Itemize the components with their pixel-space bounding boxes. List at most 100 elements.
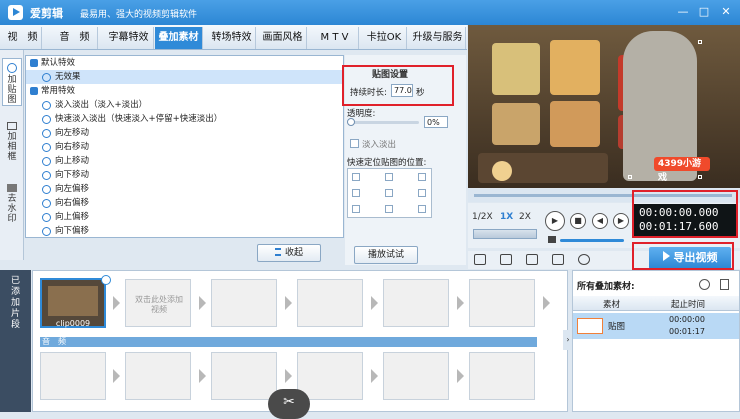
empty-slot[interactable]: [125, 352, 191, 400]
opacity-slider[interactable]: [349, 121, 419, 124]
radio-icon[interactable]: [42, 143, 51, 152]
tab-audio[interactable]: 音 频: [52, 27, 98, 49]
prev-frame-icon[interactable]: ◀: [592, 213, 608, 229]
empty-slot[interactable]: [297, 279, 363, 327]
position-middle-right[interactable]: [418, 189, 426, 197]
opacity-input[interactable]: 0%: [424, 116, 448, 128]
effect-item[interactable]: 向上偏移: [26, 210, 343, 224]
frame-scrubber[interactable]: [473, 229, 537, 239]
radio-icon[interactable]: [42, 129, 51, 138]
category-default-effects[interactable]: 默认特效: [26, 56, 343, 70]
title-bar: 爱剪辑 最易用、强大的视频剪辑软件 — □ ✕: [0, 0, 740, 25]
stop-icon[interactable]: ■: [570, 213, 586, 229]
effect-item[interactable]: 向左移动: [26, 126, 343, 140]
radio-icon[interactable]: [42, 115, 51, 124]
effect-item[interactable]: 向右移动: [26, 140, 343, 154]
minimize-button[interactable]: —: [675, 4, 691, 20]
side-tab-remove-watermark[interactable]: 去水印: [2, 184, 22, 230]
position-center[interactable]: [385, 189, 393, 197]
clip-close-icon[interactable]: [101, 275, 111, 285]
radio-icon[interactable]: [42, 185, 51, 194]
play-preview-button[interactable]: 播放试试: [354, 246, 418, 264]
duration-input[interactable]: 77.0: [391, 84, 413, 97]
tab-transition-effects[interactable]: 转场特效: [208, 27, 256, 49]
position-bottom-center[interactable]: [385, 205, 393, 213]
resize-handle[interactable]: [698, 175, 702, 179]
effect-item[interactable]: 向下移动: [26, 168, 343, 182]
empty-slot[interactable]: [383, 352, 449, 400]
refresh-icon[interactable]: [699, 279, 710, 290]
tab-upgrade-service[interactable]: 升级与服务: [410, 27, 466, 49]
collapse-toggle-icon[interactable]: [30, 59, 38, 67]
fade-checkbox[interactable]: [350, 139, 359, 148]
empty-slot[interactable]: [211, 352, 277, 400]
side-tab-add-sticker[interactable]: 加贴图: [2, 58, 22, 106]
radio-icon[interactable]: [42, 73, 51, 82]
position-bottom-right[interactable]: [418, 205, 426, 213]
save-icon[interactable]: [526, 254, 538, 265]
effect-item[interactable]: 向下偏移: [26, 224, 343, 237]
speed-1x[interactable]: 1X: [500, 212, 513, 222]
clip-preview-image: [48, 286, 98, 316]
tab-video[interactable]: 视 频: [4, 27, 42, 49]
speed-2x[interactable]: 2X: [519, 212, 531, 222]
share-icon[interactable]: [578, 254, 590, 265]
effect-item[interactable]: 淡入淡出（淡入+淡出）: [26, 98, 343, 112]
chevron-right-icon: [285, 296, 292, 310]
radio-icon[interactable]: [42, 157, 51, 166]
empty-slot[interactable]: [469, 279, 535, 327]
effect-item[interactable]: 向左偏移: [26, 182, 343, 196]
add-video-slot[interactable]: 双击此处添加视频: [125, 279, 191, 327]
position-top-center[interactable]: [385, 173, 393, 181]
position-bottom-left[interactable]: [352, 205, 360, 213]
scissors-icon[interactable]: ✂: [268, 389, 310, 419]
radio-icon[interactable]: [42, 213, 51, 222]
effect-item[interactable]: 向右偏移: [26, 196, 343, 210]
materials-table-row[interactable]: 贴图 00:00:00 00:01:17: [573, 313, 739, 339]
tab-picture-style[interactable]: 画面风格: [259, 27, 307, 49]
radio-icon[interactable]: [42, 199, 51, 208]
speed-half[interactable]: 1/2X: [472, 212, 493, 222]
collapse-button[interactable]: 收起: [257, 244, 321, 262]
empty-slot[interactable]: [469, 352, 535, 400]
snapshot-icon[interactable]: [552, 254, 564, 265]
open-folder-icon[interactable]: [500, 254, 512, 265]
next-frame-icon[interactable]: ▶: [613, 213, 629, 229]
radio-icon[interactable]: [42, 101, 51, 110]
volume-icon[interactable]: [548, 236, 556, 243]
video-settings-icon[interactable]: [474, 254, 486, 265]
effect-none[interactable]: 无效果: [26, 70, 343, 84]
empty-slot[interactable]: [383, 279, 449, 327]
delete-icon[interactable]: [720, 279, 729, 290]
empty-slot[interactable]: [211, 279, 277, 327]
empty-slot[interactable]: [40, 352, 106, 400]
effect-item[interactable]: 快速淡入淡出（快速淡入+停留+快速淡出）: [26, 112, 343, 126]
side-tab-add-frame[interactable]: 加相框: [2, 122, 22, 168]
resize-handle[interactable]: [628, 175, 632, 179]
highlight-export-box: [632, 242, 734, 270]
collapse-toggle-icon[interactable]: [30, 87, 38, 95]
radio-icon[interactable]: [42, 227, 51, 236]
radio-icon[interactable]: [42, 171, 51, 180]
preview-card: [492, 103, 540, 145]
position-top-right[interactable]: [418, 173, 426, 181]
tab-overlay-material[interactable]: 叠加素材: [155, 27, 203, 49]
effect-item[interactable]: 向上移动: [26, 154, 343, 168]
position-top-left[interactable]: [352, 173, 360, 181]
tab-mtv[interactable]: M T V: [311, 27, 359, 49]
tab-subtitle-effects[interactable]: 字幕特效: [104, 27, 154, 49]
opacity-slider-knob[interactable]: [347, 118, 355, 126]
position-middle-left[interactable]: [352, 189, 360, 197]
app-title: 爱剪辑: [30, 7, 63, 20]
volume-slider[interactable]: [560, 239, 624, 242]
column-time: 起止时间: [671, 300, 706, 310]
category-common-effects[interactable]: 常用特效: [26, 84, 343, 98]
material-thumbnail: [577, 318, 603, 334]
play-icon[interactable]: ▶: [545, 211, 565, 231]
materials-table-header: 素材 起止时间: [573, 296, 739, 311]
close-button[interactable]: ✕: [718, 4, 734, 20]
maximize-button[interactable]: □: [696, 4, 712, 20]
empty-slot[interactable]: [297, 352, 363, 400]
tab-karaoke[interactable]: 卡拉OK: [362, 27, 407, 49]
resize-handle[interactable]: [698, 40, 702, 44]
